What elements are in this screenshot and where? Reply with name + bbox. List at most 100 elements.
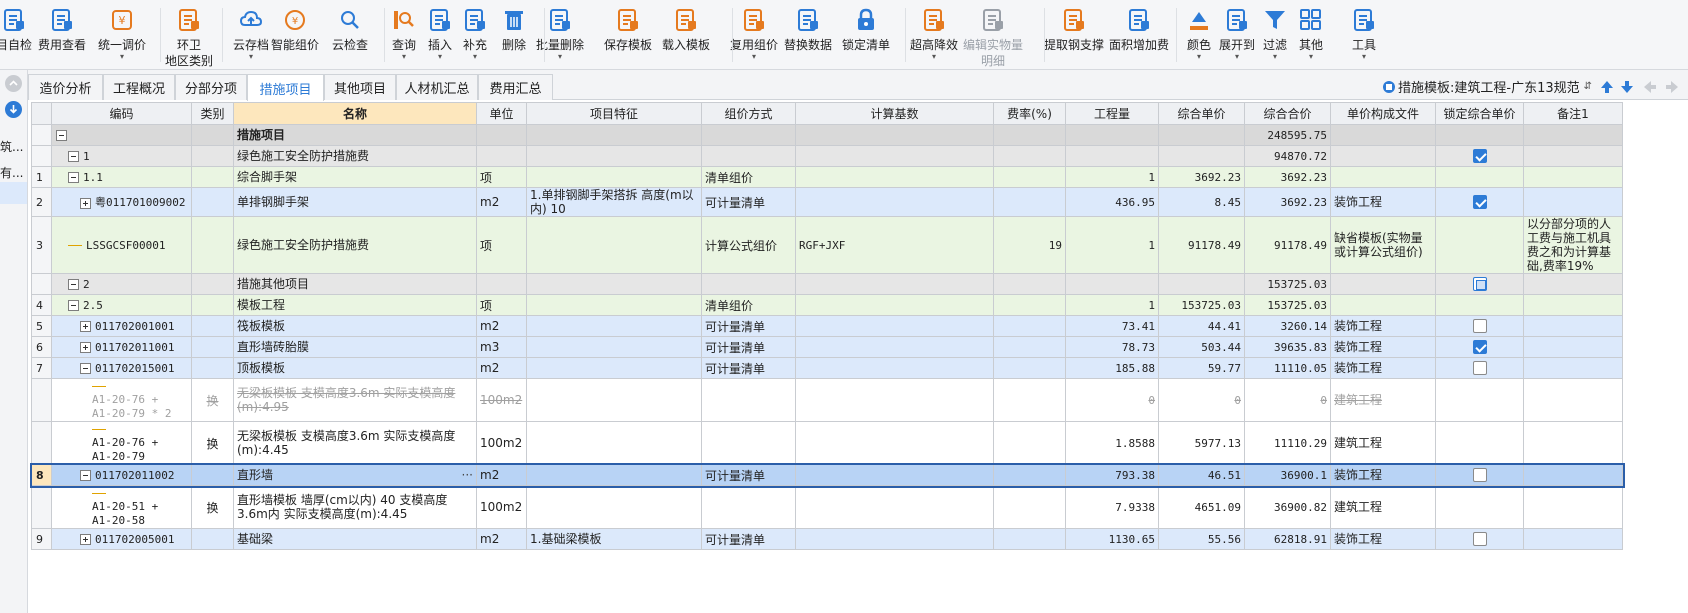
cell-total[interactable]: 91178.49 [1244,216,1331,274]
cell-rate[interactable] [993,124,1066,146]
lock-price-cell[interactable] [1435,378,1524,422]
sort-icon[interactable]: ⇵ [1584,81,1592,92]
cell-feature[interactable]: 1.单排钢脚手架搭拆 高度(m以内) 10 [526,187,702,217]
cell-base[interactable] [795,485,994,529]
cell-qty[interactable]: 1 [1065,216,1159,274]
toolbar-button-region-category[interactable]: 环卫 地区类别 [159,0,219,70]
table-row[interactable]: 7 011702015001 顶板模板 m2 可计量清单 185.88 59.77 11110… [31,357,1623,379]
table-row[interactable]: 8 011702011002 ··· 直形墙 m2 可计量清单 793.38 46.51 369… [29,462,1625,488]
cell-qty[interactable] [1065,145,1159,167]
cell-unit[interactable] [476,124,527,146]
cell-feature[interactable] [526,273,702,295]
cell-cat[interactable]: 换 [191,485,234,529]
cell-qty[interactable]: 1 [1065,294,1159,316]
cell-method[interactable]: 可计量清单 [701,315,796,337]
cell-feature[interactable] [526,315,702,337]
cell-rate[interactable] [993,528,1066,550]
collapse-icon[interactable] [68,172,79,183]
lock-price-checkbox[interactable] [1472,277,1487,291]
cell-unit[interactable]: m2 [476,315,527,337]
toolbar-button-load-template[interactable]: 载入模板 [656,0,716,70]
toolbar-button-save-template[interactable]: 保存模板 [598,0,658,70]
cell-feature[interactable] [526,421,702,465]
cell-price[interactable]: 4651.09 [1158,485,1245,529]
collapse-icon[interactable] [68,300,79,311]
column-header[interactable]: 综合合价 [1244,102,1331,125]
table-row[interactable]: A1-20-51 + A1-20-58 换直形墙模板 墙厚(cm以内) 40 支模… [31,485,1623,529]
table-row[interactable]: 3 LSSGCSF00001 绿色施工安全防护措施费项计算公式组价 RGF+JXF 19… [31,216,1623,274]
table-row[interactable]: 6 011702011001 直形墙砖胎膜 m3 可计量清单 78.73 503.44 396… [31,336,1623,358]
cell-base[interactable] [795,421,994,465]
cell-qty[interactable]: 7.9338 [1065,485,1159,529]
left-tree-item-1[interactable]: 筑... [0,138,28,155]
dropdown-caret-icon[interactable]: ▾ [558,53,562,61]
cell-method[interactable] [701,421,796,465]
cell-cat[interactable] [191,464,234,486]
cell-total[interactable]: 62818.91 [1244,528,1331,550]
column-header[interactable]: 类别 [191,102,234,125]
cell-method[interactable] [701,124,796,146]
cell-note[interactable] [1523,166,1623,188]
cell-price[interactable]: 46.51 [1158,464,1245,486]
cell-name[interactable]: 筏板模板 [233,315,477,337]
cell-total[interactable]: 0 [1244,378,1331,422]
collapse-icon[interactable] [68,279,79,290]
cell-code[interactable]: 011702015001 [51,357,192,379]
cell-qty[interactable]: 1 [1065,166,1159,188]
cell-feature[interactable] [526,464,702,486]
toolbar-button-batch-delete[interactable]: 批量删除 ▾ [530,0,590,70]
cell-rate[interactable] [993,166,1066,188]
cell-feature[interactable] [526,294,702,316]
cell-code[interactable]: 011702001001 [51,315,192,337]
cell-unit[interactable] [476,273,527,295]
cell-base[interactable] [795,336,994,358]
lock-price-cell[interactable] [1435,187,1524,217]
cell-qty[interactable] [1065,273,1159,295]
column-header[interactable]: 备注1 [1523,102,1623,125]
column-header[interactable]: 工程量 [1065,102,1159,125]
table-row[interactable]: 2 粤011701009002 单排钢脚手架 m2 1.单排钢脚手架搭拆 高度(m以内)… [31,187,1623,217]
cell-cat[interactable]: 换 [191,421,234,465]
cell-price[interactable]: 3692.23 [1158,166,1245,188]
cell-total[interactable]: 3692.23 [1244,166,1331,188]
move-down-icon[interactable] [1619,79,1635,95]
column-header[interactable]: 单价构成文件 [1330,102,1436,125]
cell-name[interactable]: 基础梁 [233,528,477,550]
table-row[interactable]: 1 1.1 综合脚手架项清单组价 1 3692.23 3692.23 [31,166,1623,188]
tab-1[interactable]: 造价分析 [28,74,103,100]
cell-cat[interactable] [191,357,234,379]
cell-code[interactable]: LSSGCSF00001 [51,216,192,274]
cell-base[interactable] [795,145,994,167]
cell-method[interactable]: 可计量清单 [701,528,796,550]
toolbar-button-extract-steel[interactable]: 提取钢支撑 [1044,0,1104,70]
cell-file[interactable]: 建筑工程 [1330,485,1436,529]
column-header[interactable]: 名称 [233,102,477,125]
cell-cat[interactable] [191,336,234,358]
cell-total[interactable]: 36900.82 [1244,485,1331,529]
cell-base[interactable] [795,273,994,295]
toolbar-button-price-adjust[interactable]: ¥ 统一调价 ▾ [92,0,152,70]
cell-name[interactable]: ··· 直形墙 [233,464,477,486]
cell-price[interactable]: 59.77 [1158,357,1245,379]
dropdown-caret-icon[interactable]: ▾ [1273,53,1277,61]
collapse-icon[interactable] [80,363,91,374]
cell-file[interactable] [1330,124,1436,146]
column-header[interactable]: 综合单价 [1158,102,1245,125]
cell-feature[interactable] [526,145,702,167]
expand-icon[interactable] [80,534,91,545]
lock-price-checkbox[interactable] [1472,532,1487,546]
cell-qty[interactable]: 78.73 [1065,336,1159,358]
lock-price-checkbox[interactable] [1472,149,1487,163]
cell-unit[interactable]: 100m2 [476,421,527,465]
dropdown-caret-icon[interactable]: ▾ [752,53,756,61]
dropdown-caret-icon[interactable]: ▾ [1197,53,1201,61]
lock-price-cell[interactable] [1435,421,1524,465]
cell-cat[interactable] [191,187,234,217]
lock-price-checkbox[interactable] [1472,340,1487,354]
cell-note[interactable] [1523,294,1623,316]
cell-qty[interactable]: 185.88 [1065,357,1159,379]
lock-price-cell[interactable] [1435,315,1524,337]
move-up-icon[interactable] [1599,79,1615,95]
cell-unit[interactable]: 100m2 [476,485,527,529]
cell-feature[interactable]: 1.基础梁模板 [526,528,702,550]
